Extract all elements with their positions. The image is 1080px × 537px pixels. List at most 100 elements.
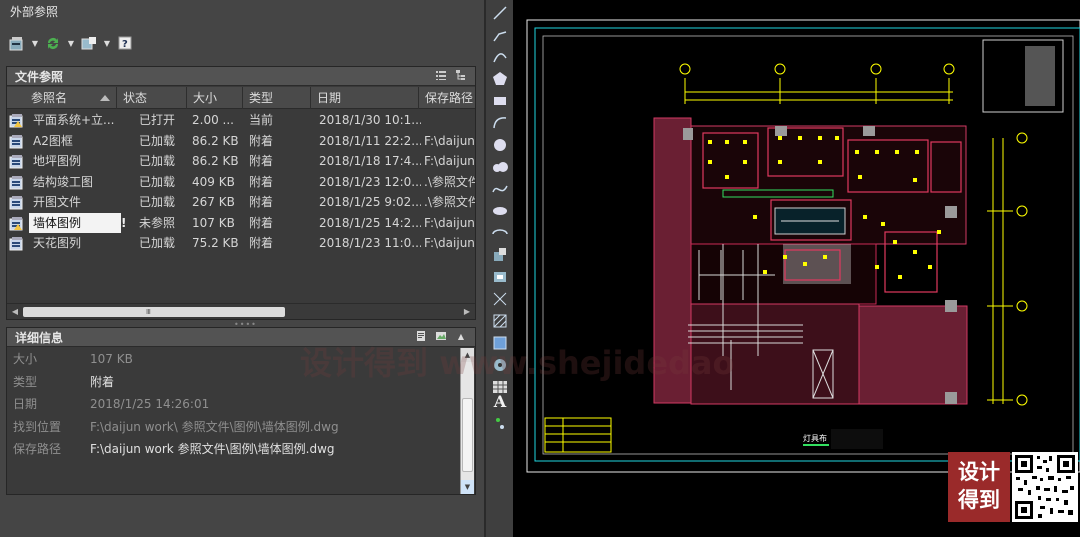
legend-box <box>544 417 612 453</box>
mtext-label: A <box>493 391 507 411</box>
column-header-path[interactable]: 保存路径 <box>419 87 475 109</box>
attach-dwg-icon[interactable] <box>6 33 28 53</box>
reference-row[interactable]: 开图文件 已加载 267 KB 附着 2018/1/25 9:02... .\参照文件 <box>7 192 475 213</box>
make-block-icon[interactable] <box>490 268 510 286</box>
ref-date: 2018/1/25 9:02... <box>319 195 421 209</box>
detail-value: 2018/1/25 14:26:01 <box>90 397 210 411</box>
ref-size: 86.2 KB <box>192 154 239 168</box>
ref-date: 2018/1/11 22:2... <box>319 133 421 148</box>
change-path-icon[interactable] <box>78 33 100 53</box>
help-icon[interactable]: ? <box>114 33 136 53</box>
ellipse-icon[interactable] <box>490 202 510 220</box>
ref-status: 已加载 <box>139 236 176 250</box>
ref-status: 已加载 <box>139 154 176 168</box>
column-header-status[interactable]: 状态 <box>117 87 187 109</box>
column-header-date[interactable]: 日期 <box>311 87 419 109</box>
watermark: 设计得到 www.shejidedao <box>300 344 735 382</box>
line-icon[interactable] <box>490 4 510 22</box>
ref-status: 已加载 <box>139 174 176 189</box>
panel-splitter[interactable]: •••• <box>6 320 476 329</box>
scroll-down-arrow-icon[interactable]: ▼ <box>461 480 474 494</box>
arc-icon[interactable] <box>490 48 510 66</box>
file-references-title: 文件参照 <box>15 69 64 84</box>
detail-label: 大小 <box>13 352 38 366</box>
column-headers: 参照名 状态 大小 类型 日期 保存路径 <box>7 87 475 109</box>
draw-tool-strip: A <box>485 0 513 537</box>
xref-toolbar: ▼ ▼ ▼ ? <box>6 32 136 54</box>
spline-icon[interactable] <box>490 180 510 198</box>
detail-label: 日期 <box>13 397 38 411</box>
ref-size: 75.2 KB <box>192 236 239 250</box>
ref-type: 附着 <box>249 154 274 168</box>
ref-date: 2018/1/23 11:0... <box>319 236 421 250</box>
hatch-icon[interactable] <box>490 312 510 330</box>
reference-row[interactable]: 天花图列 已加载 75.2 KB 附着 2018/1/23 11:0... F:\daij… <box>7 233 475 254</box>
ref-size: 267 KB <box>192 195 235 209</box>
reference-row[interactable]: A2图框 已加载 86.2 KB 附着 2018/1/11 22:2... F:\daij… <box>7 131 475 152</box>
ref-path: F:\daijun <box>424 215 475 230</box>
dwg-unreferenced-icon <box>9 216 25 231</box>
ref-date: 2018/1/30 10:1... <box>319 113 421 127</box>
dwg-file-icon <box>9 175 25 190</box>
ref-name: A2图框 <box>33 133 73 148</box>
column-header-type[interactable]: 类型 <box>243 87 311 109</box>
ref-size: 86.2 KB <box>192 133 239 148</box>
svg-text:?: ? <box>122 39 128 50</box>
point-icon[interactable] <box>490 290 510 308</box>
dwg-file-icon <box>9 236 25 251</box>
arc-tool-icon[interactable] <box>490 114 510 132</box>
column-header-name[interactable]: 参照名 <box>7 87 117 109</box>
reference-row[interactable]: 地坪图例 已加载 86.2 KB 附着 2018/1/18 17:4... F:\daij… <box>7 151 475 172</box>
details-title: 详细信息 <box>15 330 64 345</box>
dwg-file-icon <box>9 154 25 169</box>
qr-code <box>1012 452 1078 522</box>
palette-title: 外部参照 <box>10 5 59 19</box>
polyline-icon[interactable] <box>490 26 510 44</box>
insert-block-icon[interactable] <box>490 246 510 264</box>
horizontal-scrollbar[interactable]: ◀ Ⅲ ▶ <box>7 303 475 319</box>
attach-dropdown-icon[interactable]: ▼ <box>31 33 39 53</box>
polygon-icon[interactable] <box>490 70 510 88</box>
column-header-size[interactable]: 大小 <box>187 87 243 109</box>
ref-path: F:\daijun <box>424 133 475 148</box>
ref-name: 开图文件 <box>33 195 82 209</box>
detail-value: 107 KB <box>90 352 133 366</box>
ref-path: .\参照文件 <box>424 195 475 209</box>
vertical-scrollbar-thumb[interactable] <box>462 398 473 472</box>
ref-type: 附着 <box>249 195 274 209</box>
circle-icon[interactable] <box>490 136 510 154</box>
ref-date: 2018/1/23 12:0... <box>319 174 421 189</box>
add-selected-icon[interactable] <box>490 414 510 432</box>
multiline-text-icon[interactable]: A <box>490 391 510 411</box>
ref-type: 附着 <box>249 133 274 148</box>
scroll-left-arrow-icon[interactable]: ◀ <box>9 306 21 318</box>
brand-line-1: 设计 <box>958 460 1000 484</box>
scroll-right-arrow-icon[interactable]: ▶ <box>461 306 473 318</box>
rectangle-icon[interactable] <box>490 92 510 110</box>
refresh-icon[interactable] <box>42 33 64 53</box>
ellipse-arc-icon[interactable] <box>490 224 510 242</box>
ref-name: 结构竣工图 <box>33 174 94 189</box>
scrollbar-thumb[interactable]: Ⅲ <box>23 307 285 317</box>
reference-row[interactable]: 平面系统+立... 已打开 2.00 ... 当前 2018/1/30 10:1... <box>7 110 475 131</box>
reference-row[interactable]: 墙体图例 未参照 107 KB 附着 2018/1/25 14:2... F:\daiju… <box>7 212 475 233</box>
ref-path: .\参照文件 <box>424 174 475 189</box>
list-view-icon[interactable] <box>435 69 447 81</box>
ref-type: 附着 <box>249 236 274 250</box>
reference-row[interactable]: 结构竣工图 已加载 409 KB 附着 2018/1/23 12:0... .\参照文件 <box>7 172 475 193</box>
sort-ascending-icon <box>100 95 110 101</box>
ref-size: 2.00 ... <box>192 113 234 127</box>
ref-name: 平面系统+立... <box>33 113 115 127</box>
path-dropdown-icon[interactable]: ▼ <box>103 33 111 53</box>
tree-view-icon[interactable] <box>455 69 467 81</box>
scrollbar-grip: Ⅲ <box>146 308 151 316</box>
ref-size: 107 KB <box>192 215 235 230</box>
detail-value: F:\daijun work 参照文件\图例\墙体图例.dwg <box>90 442 335 456</box>
brand-badge: 设计 得到 <box>948 452 1010 522</box>
ref-path: F:\daijun <box>424 236 475 250</box>
detail-label: 类型 <box>13 374 38 389</box>
refresh-dropdown-icon[interactable]: ▼ <box>67 33 75 53</box>
ref-name: 天花图列 <box>33 236 82 250</box>
ref-type: 附着 <box>249 215 274 230</box>
cloud-icon[interactable] <box>490 158 510 176</box>
